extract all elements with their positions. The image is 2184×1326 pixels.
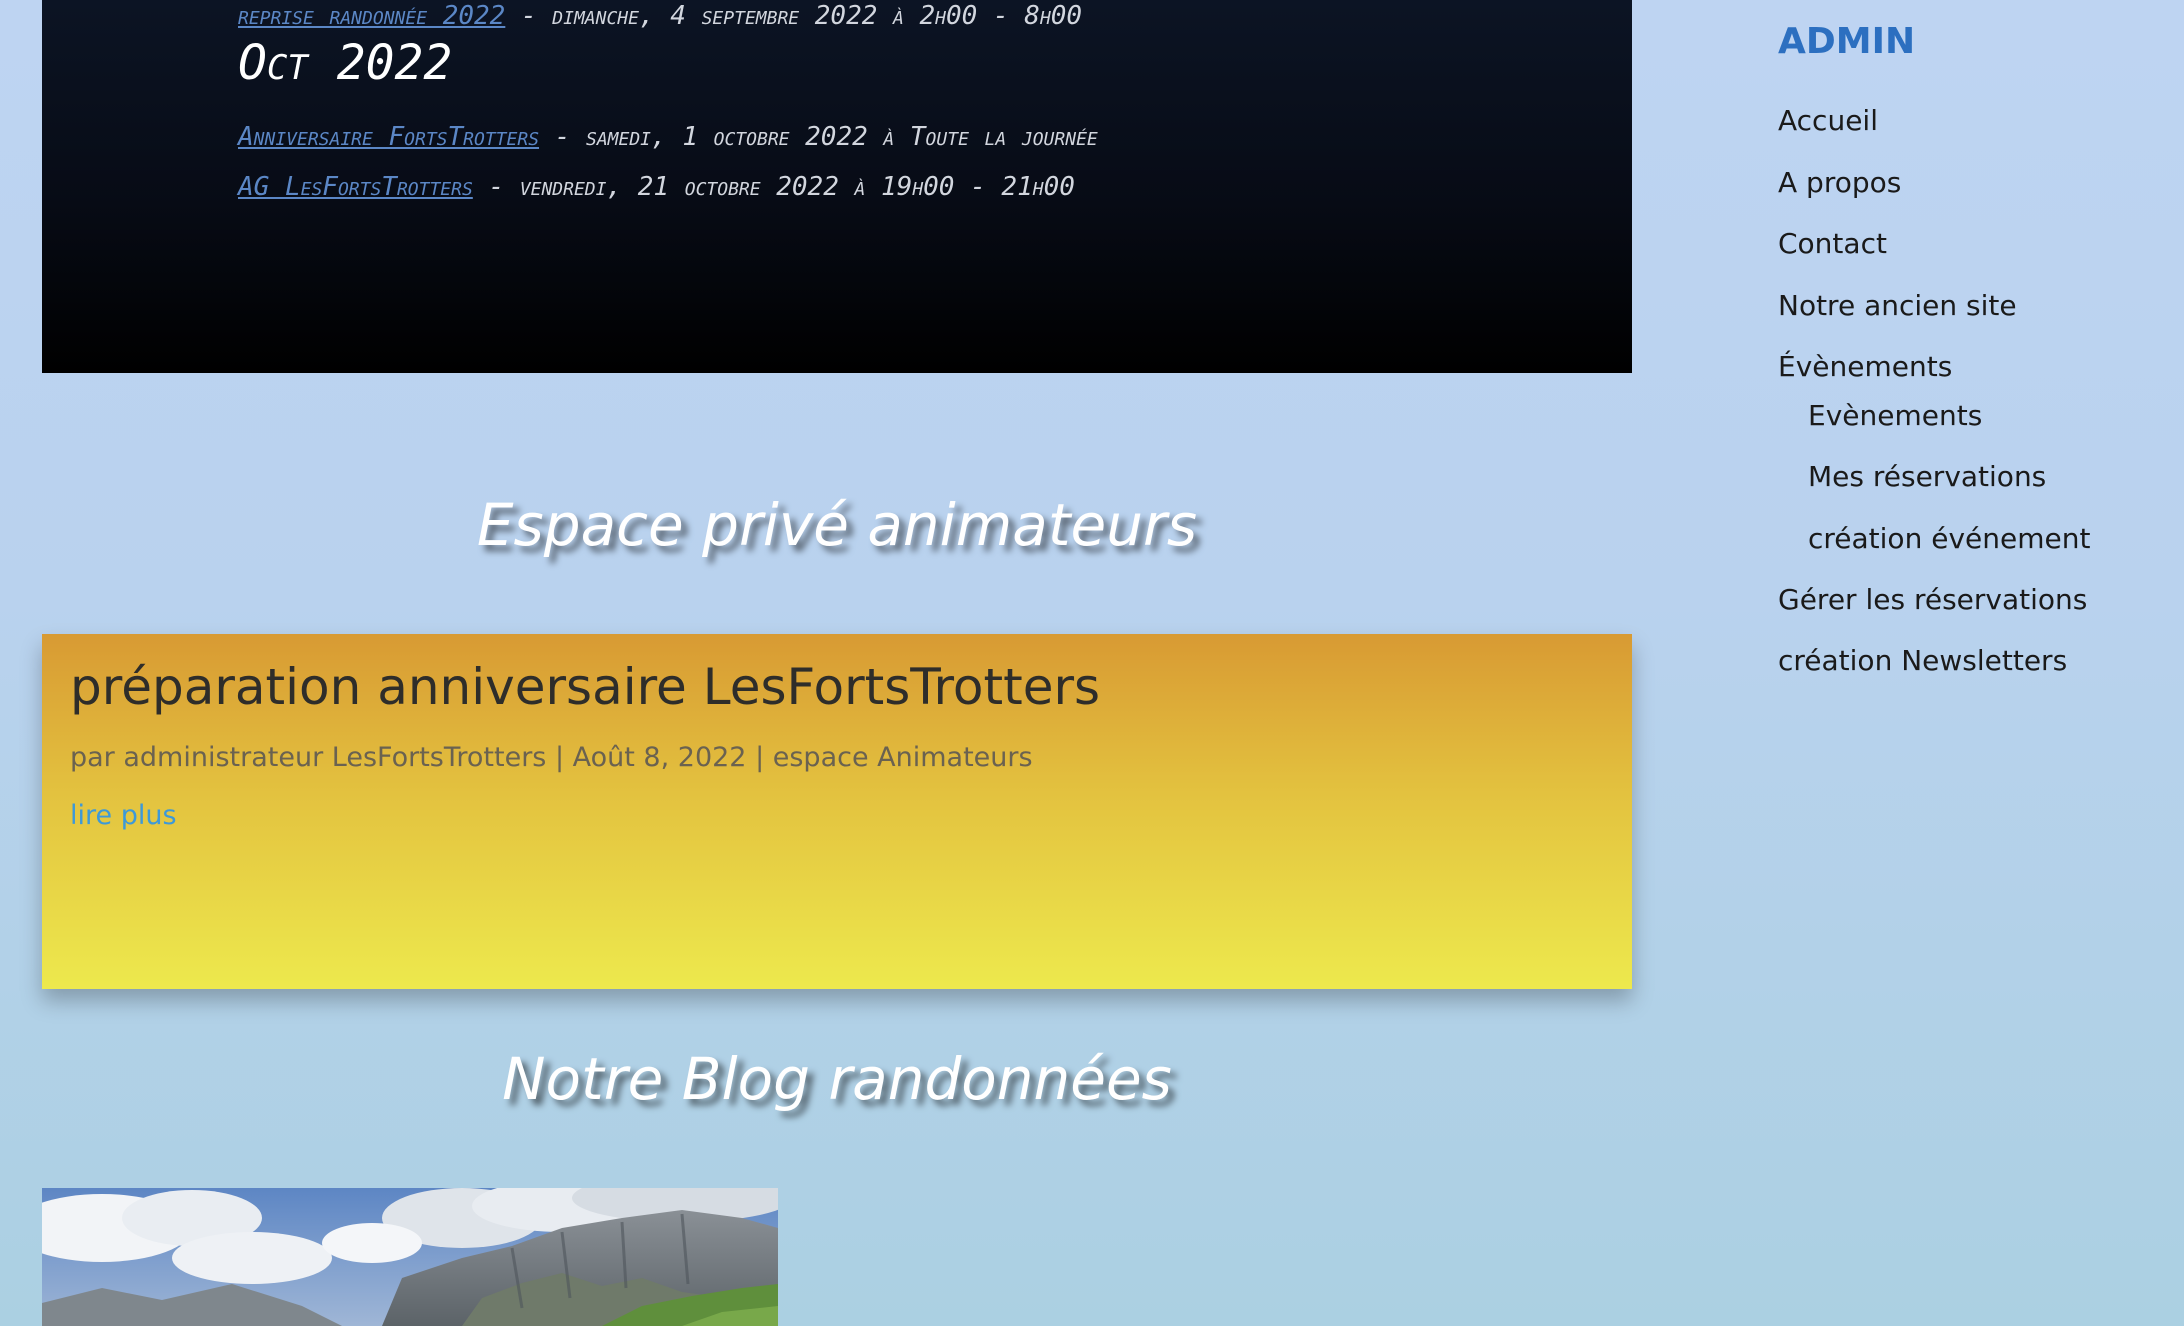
private-area-heading: Espace privé animateurs [476, 491, 1198, 559]
event-date: samedi, 1 octobre 2022 à Toute la journé… [586, 122, 1098, 152]
blog-heading: Notre Blog randonnées [502, 1045, 1172, 1113]
post-date: Août 8, 2022 [572, 742, 747, 773]
event-link[interactable]: Anniversaire FortsTrotters [238, 122, 539, 152]
post-category-link[interactable]: espace Animateurs [773, 742, 1033, 773]
event-date: dimanche, 4 septembre 2022 à 2h00 - 8h00 [552, 1, 1083, 31]
menu-item-contact[interactable]: Contact [1778, 225, 1887, 263]
event-month-heading: Oct 2022 [238, 35, 453, 91]
event-date: vendredi, 21 octobre 2022 à 19h00 - 21h0… [519, 172, 1075, 202]
event-link[interactable]: reprise randonnée 2022 [238, 1, 505, 31]
post-meta-prefix: par [70, 742, 124, 773]
read-more-link[interactable]: lire plus [70, 798, 177, 834]
menu-item-a-propos[interactable]: A propos [1778, 164, 1901, 202]
post-meta-separator: | [746, 742, 773, 773]
events-list-block: reprise randonnée 2022 - dimanche, 4 sep… [42, 0, 1632, 373]
event-separator: - [505, 1, 553, 31]
submenu-item-evenements[interactable]: Evènements [1808, 397, 1982, 435]
post-title[interactable]: préparation anniversaire LesFortsTrotter… [70, 656, 1100, 718]
menu-item-accueil[interactable]: Accueil [1778, 102, 1878, 140]
event-item: Anniversaire FortsTrotters - samedi, 1 o… [238, 120, 1098, 154]
submenu-item-mes-reservations[interactable]: Mes réservations [1808, 458, 2046, 496]
event-item: AG LesFortsTrotters - vendredi, 21 octob… [238, 170, 1075, 204]
menu-item-creation-newsletters[interactable]: création Newsletters [1778, 642, 2067, 680]
menu-item-evenements[interactable]: Évènements [1778, 348, 1952, 386]
post-meta-separator: | [546, 742, 573, 773]
submenu-item-creation-evenement[interactable]: création événement [1808, 520, 2090, 558]
sidebar-title: ADMIN [1778, 21, 1916, 62]
event-item: reprise randonnée 2022 - dimanche, 4 sep… [238, 0, 1082, 32]
menu-item-gerer-reservations[interactable]: Gérer les réservations [1778, 581, 2087, 619]
post-meta: par administrateur LesFortsTrotters | Ao… [70, 740, 1033, 776]
menu-item-ancien-site[interactable]: Notre ancien site [1778, 287, 2017, 325]
post-author-link[interactable]: administrateur LesFortsTrotters [123, 742, 546, 773]
blog-post-image[interactable] [42, 1188, 778, 1326]
event-separator: - [472, 172, 520, 202]
post-card: préparation anniversaire LesFortsTrotter… [42, 634, 1632, 989]
event-separator: - [539, 122, 586, 152]
event-link[interactable]: AG LesFortsTrotters [238, 172, 473, 202]
